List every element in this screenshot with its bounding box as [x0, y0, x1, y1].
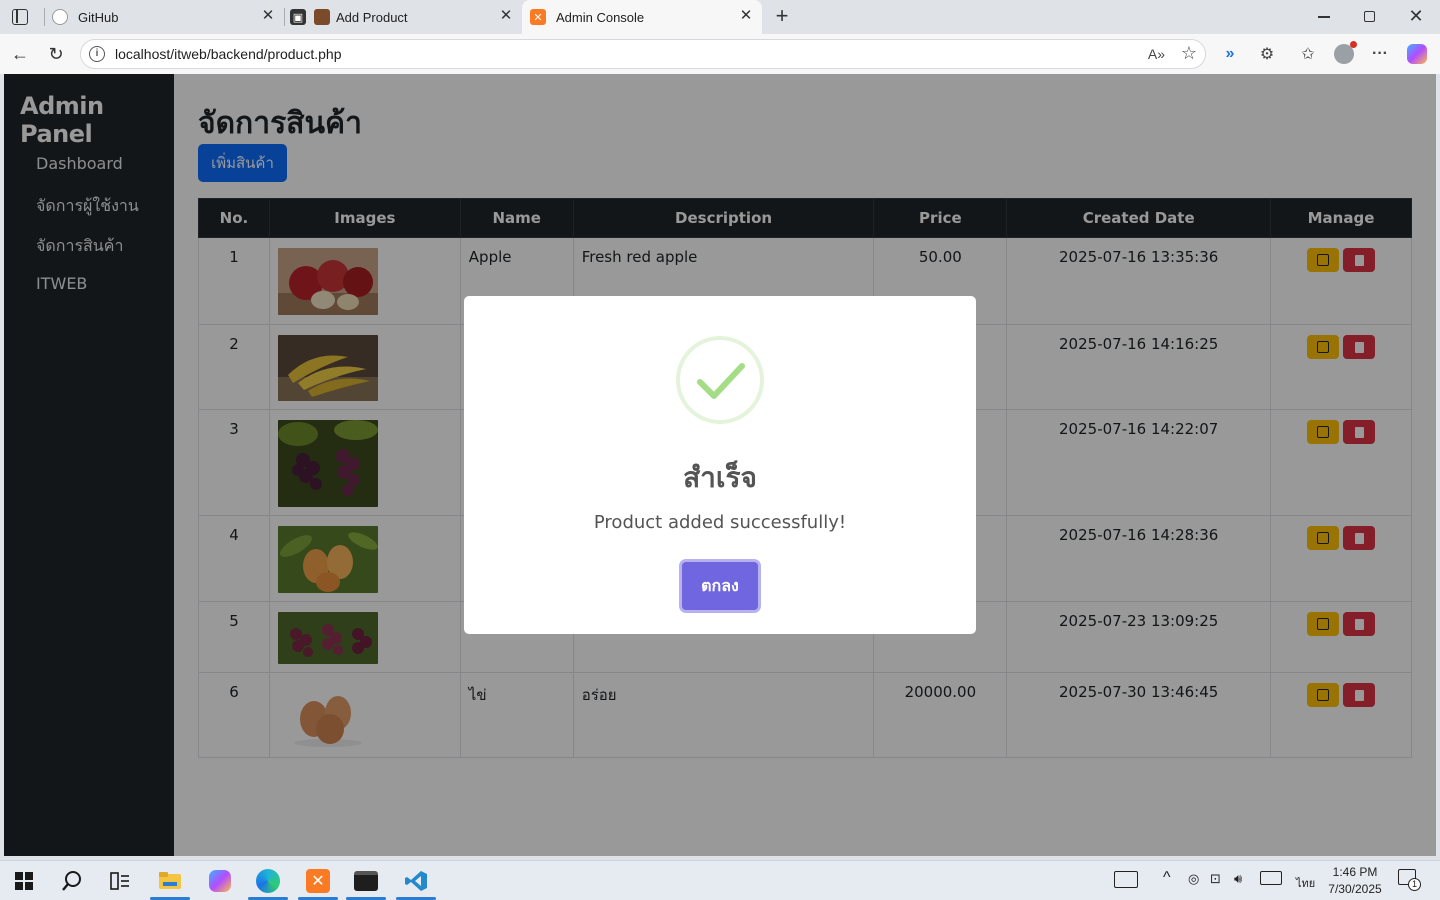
news-widget-icon[interactable]: [1114, 871, 1138, 888]
tab-label: GitHub: [78, 9, 119, 25]
keyboard-icon[interactable]: [1260, 871, 1282, 885]
input-language[interactable]: ไทย: [1296, 874, 1315, 892]
network-icon[interactable]: ⊡: [1210, 871, 1221, 887]
taskbar: ✕ ^ ◎ ⊡ 🔊︎ ไทย 1:46 PM 7/30/2025 1: [0, 860, 1440, 900]
more-menu-icon[interactable]: ···: [1368, 42, 1392, 66]
terminal-icon[interactable]: [346, 865, 386, 900]
read-aloud-icon[interactable]: A»: [1148, 46, 1165, 62]
success-check-icon: [676, 336, 764, 424]
url-text: localhost/itweb/backend/product.php: [115, 46, 342, 62]
notification-center-icon[interactable]: 1: [1398, 869, 1421, 891]
site-info-icon[interactable]: i: [89, 46, 105, 62]
copilot-icon[interactable]: [1405, 42, 1429, 66]
tab-admin-console[interactable]: ✕ Admin Console ✕: [522, 0, 762, 34]
close-icon[interactable]: ✕: [260, 8, 276, 24]
browser-essentials-icon[interactable]: »: [1218, 42, 1242, 66]
close-icon[interactable]: ✕: [498, 8, 514, 24]
new-tab-button[interactable]: +: [770, 5, 794, 29]
tab-separator: [284, 8, 285, 26]
dialog-message: Product added successfully!: [593, 512, 847, 533]
github-icon: [52, 9, 68, 25]
extensions-icon[interactable]: ⚙: [1255, 42, 1279, 66]
browser-toolbar: ← ↻ i localhost/itweb/backend/product.ph…: [0, 34, 1440, 74]
refresh-icon[interactable]: ↻: [42, 40, 70, 68]
meet-now-icon[interactable]: ◎: [1188, 871, 1199, 887]
address-bar[interactable]: i localhost/itweb/backend/product.php A»…: [80, 39, 1206, 69]
clock-date: 7/30/2025: [1328, 882, 1382, 896]
profile-avatar[interactable]: [1332, 41, 1357, 66]
windows-start-icon[interactable]: [4, 865, 44, 897]
confirm-button[interactable]: ตกลง: [682, 562, 758, 610]
clock-time: 1:46 PM: [1332, 865, 1378, 879]
xampp-taskbar-icon[interactable]: ✕: [298, 865, 338, 900]
xampp-icon: ✕: [530, 9, 546, 25]
vscode-icon[interactable]: [396, 865, 436, 900]
favorites-icon[interactable]: ✩: [1296, 42, 1320, 66]
profile-icon: ▣: [290, 9, 306, 25]
close-window-button[interactable]: ✕: [1406, 6, 1426, 26]
back-arrow-icon[interactable]: ←: [6, 40, 34, 68]
browser-tab-bar: GitHub ✕ ▣ Add Product ✕ ✕ Admin Console…: [0, 0, 1440, 34]
search-icon[interactable]: [52, 865, 92, 897]
dialog-title: สำเร็จ: [683, 461, 757, 494]
chevron-up-icon[interactable]: ^: [1163, 869, 1171, 887]
clock[interactable]: 1:46 PM 7/30/2025: [1320, 864, 1390, 898]
web-page: Admin Panel Dashboard จัดการผู้ใช้งาน จั…: [4, 74, 1436, 856]
tab-label: Add Product: [336, 9, 408, 25]
tab-add-product[interactable]: ▣ Add Product ✕: [290, 0, 522, 34]
notification-count: 1: [1408, 878, 1421, 891]
tab-actions-icon[interactable]: [12, 9, 28, 25]
tab-separator: [44, 8, 45, 26]
task-view-icon[interactable]: [100, 865, 140, 897]
minimize-button[interactable]: [1318, 16, 1330, 18]
favorite-star-icon[interactable]: ☆: [1181, 43, 1197, 64]
tab-github[interactable]: GitHub ✕: [52, 0, 284, 34]
success-dialog: สำเร็จ Product added successfully! ตกลง: [464, 296, 976, 634]
box-icon: [314, 9, 330, 25]
copilot-taskbar-icon[interactable]: [200, 865, 240, 897]
close-icon[interactable]: ✕: [738, 8, 754, 24]
edge-icon[interactable]: [248, 865, 288, 900]
volume-icon[interactable]: 🔊︎: [1234, 871, 1242, 887]
file-explorer-icon[interactable]: [150, 865, 190, 900]
tab-label: Admin Console: [556, 9, 645, 25]
restore-button[interactable]: [1364, 11, 1375, 22]
